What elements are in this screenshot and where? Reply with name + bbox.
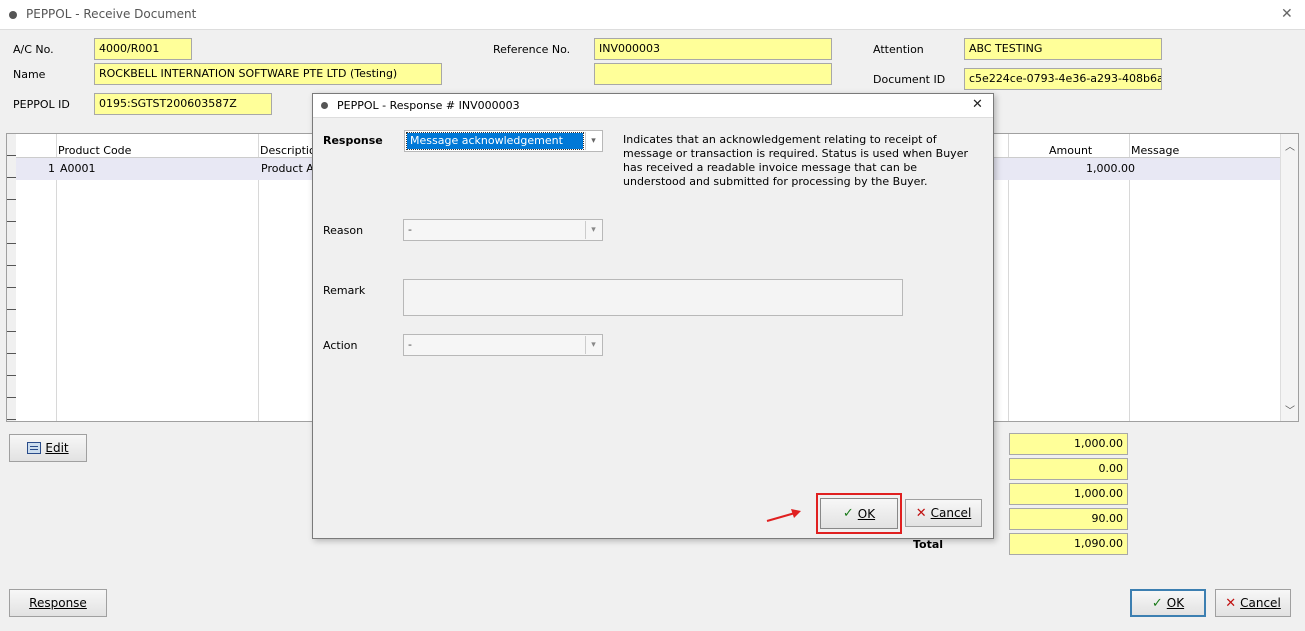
scroll-up-icon[interactable]: ︿	[1285, 138, 1295, 153]
edit-button[interactable]: Edit	[9, 434, 87, 462]
chevron-down-icon[interactable]: ▾	[585, 221, 601, 239]
remark-label: Remark	[323, 284, 366, 297]
attention-field[interactable]: ABC TESTING	[964, 38, 1162, 60]
reference-extra-field[interactable]	[594, 63, 832, 85]
annotation-arrow	[766, 509, 801, 522]
reason-select[interactable]: - ▾	[403, 219, 603, 241]
row-amount: 1,000.00	[1086, 162, 1135, 175]
column-header-amount[interactable]: Amount	[1047, 134, 1094, 158]
response-select[interactable]: Message acknowledgement ▾	[404, 130, 603, 152]
checkmark-icon: ✓	[1151, 595, 1163, 611]
response-button-label: Response	[29, 596, 87, 610]
chevron-down-icon[interactable]: ▾	[585, 132, 601, 150]
chevron-down-icon[interactable]: ▾	[585, 336, 601, 354]
window-title: PEPPOL - Receive Document	[26, 7, 197, 21]
reason-label: Reason	[323, 224, 364, 237]
dialog-cancel-button[interactable]: ✕ Cancel	[905, 499, 982, 527]
response-button[interactable]: Response	[9, 589, 107, 617]
attention-label: Attention	[873, 43, 924, 56]
name-field[interactable]: ROCKBELL INTERNATION SOFTWARE PTE LTD (T…	[94, 63, 442, 85]
edit-button-label: Edit	[45, 441, 69, 455]
cancel-button-label: Cancel	[1240, 596, 1281, 610]
dialog-ok-button[interactable]: ✓ OK	[820, 498, 898, 529]
column-header-product-code[interactable]: Product Code	[56, 134, 133, 158]
name-label: Name	[13, 68, 46, 81]
document-id-field[interactable]: c5e224ce-0793-4e36-a293-408b6a	[964, 68, 1162, 90]
dialog-icon	[321, 102, 328, 109]
dialog-cancel-label: Cancel	[930, 506, 972, 520]
total-field-5: 1,090.00	[1009, 533, 1128, 555]
dialog-close-icon[interactable]: ✕	[972, 97, 983, 112]
response-select-value: Message acknowledgement	[406, 132, 584, 150]
response-dialog[interactable]: PEPPOL - Response # INV000003 ✕ Response…	[312, 93, 994, 539]
total-label: Total	[913, 538, 944, 551]
action-label: Action	[323, 339, 358, 352]
remark-field[interactable]	[403, 279, 903, 316]
reference-no-field[interactable]: INV000003	[594, 38, 832, 60]
grid-row-selectors	[7, 134, 16, 421]
x-icon: ✕	[1225, 595, 1237, 611]
ac-no-field[interactable]: 4000/R001	[94, 38, 192, 60]
reason-select-value: -	[408, 223, 412, 236]
ok-button[interactable]: ✓ OK	[1130, 589, 1206, 617]
response-description: Indicates that an acknowledgement relati…	[623, 133, 968, 188]
scroll-down-icon[interactable]: ﹀	[1285, 402, 1295, 417]
grid-vertical-scrollbar[interactable]: ︿ ﹀	[1280, 134, 1298, 421]
x-icon: ✕	[915, 505, 927, 521]
reference-no-label: Reference No.	[493, 43, 571, 56]
cancel-button[interactable]: ✕ Cancel	[1215, 589, 1291, 617]
dialog-ok-label: OK	[857, 506, 876, 521]
close-icon[interactable]: ✕	[1281, 6, 1293, 22]
edit-icon	[27, 442, 42, 454]
ac-no-label: A/C No.	[13, 43, 54, 56]
row-number: 1	[48, 162, 55, 175]
row-description: Product A	[261, 162, 314, 175]
row-product-code: A0001	[60, 162, 96, 175]
total-field-3: 1,000.00	[1009, 483, 1128, 505]
ok-button-label: OK	[1166, 596, 1185, 610]
peppol-id-label: PEPPOL ID	[13, 98, 70, 111]
total-field-2: 0.00	[1009, 458, 1128, 480]
dialog-title: PEPPOL - Response # INV000003	[337, 99, 520, 112]
window-icon	[9, 11, 17, 19]
column-header-message[interactable]: Message	[1129, 134, 1181, 158]
peppol-id-field[interactable]: 0195:SGTST200603587Z	[94, 93, 272, 115]
action-select[interactable]: - ▾	[403, 334, 603, 356]
total-field-4: 90.00	[1009, 508, 1128, 530]
response-label: Response	[323, 134, 383, 147]
action-select-value: -	[408, 338, 412, 351]
document-id-label: Document ID	[873, 73, 946, 86]
total-field-1: 1,000.00	[1009, 433, 1128, 455]
column-header-description[interactable]: Descriptio	[258, 134, 318, 158]
checkmark-icon: ✓	[842, 506, 854, 521]
